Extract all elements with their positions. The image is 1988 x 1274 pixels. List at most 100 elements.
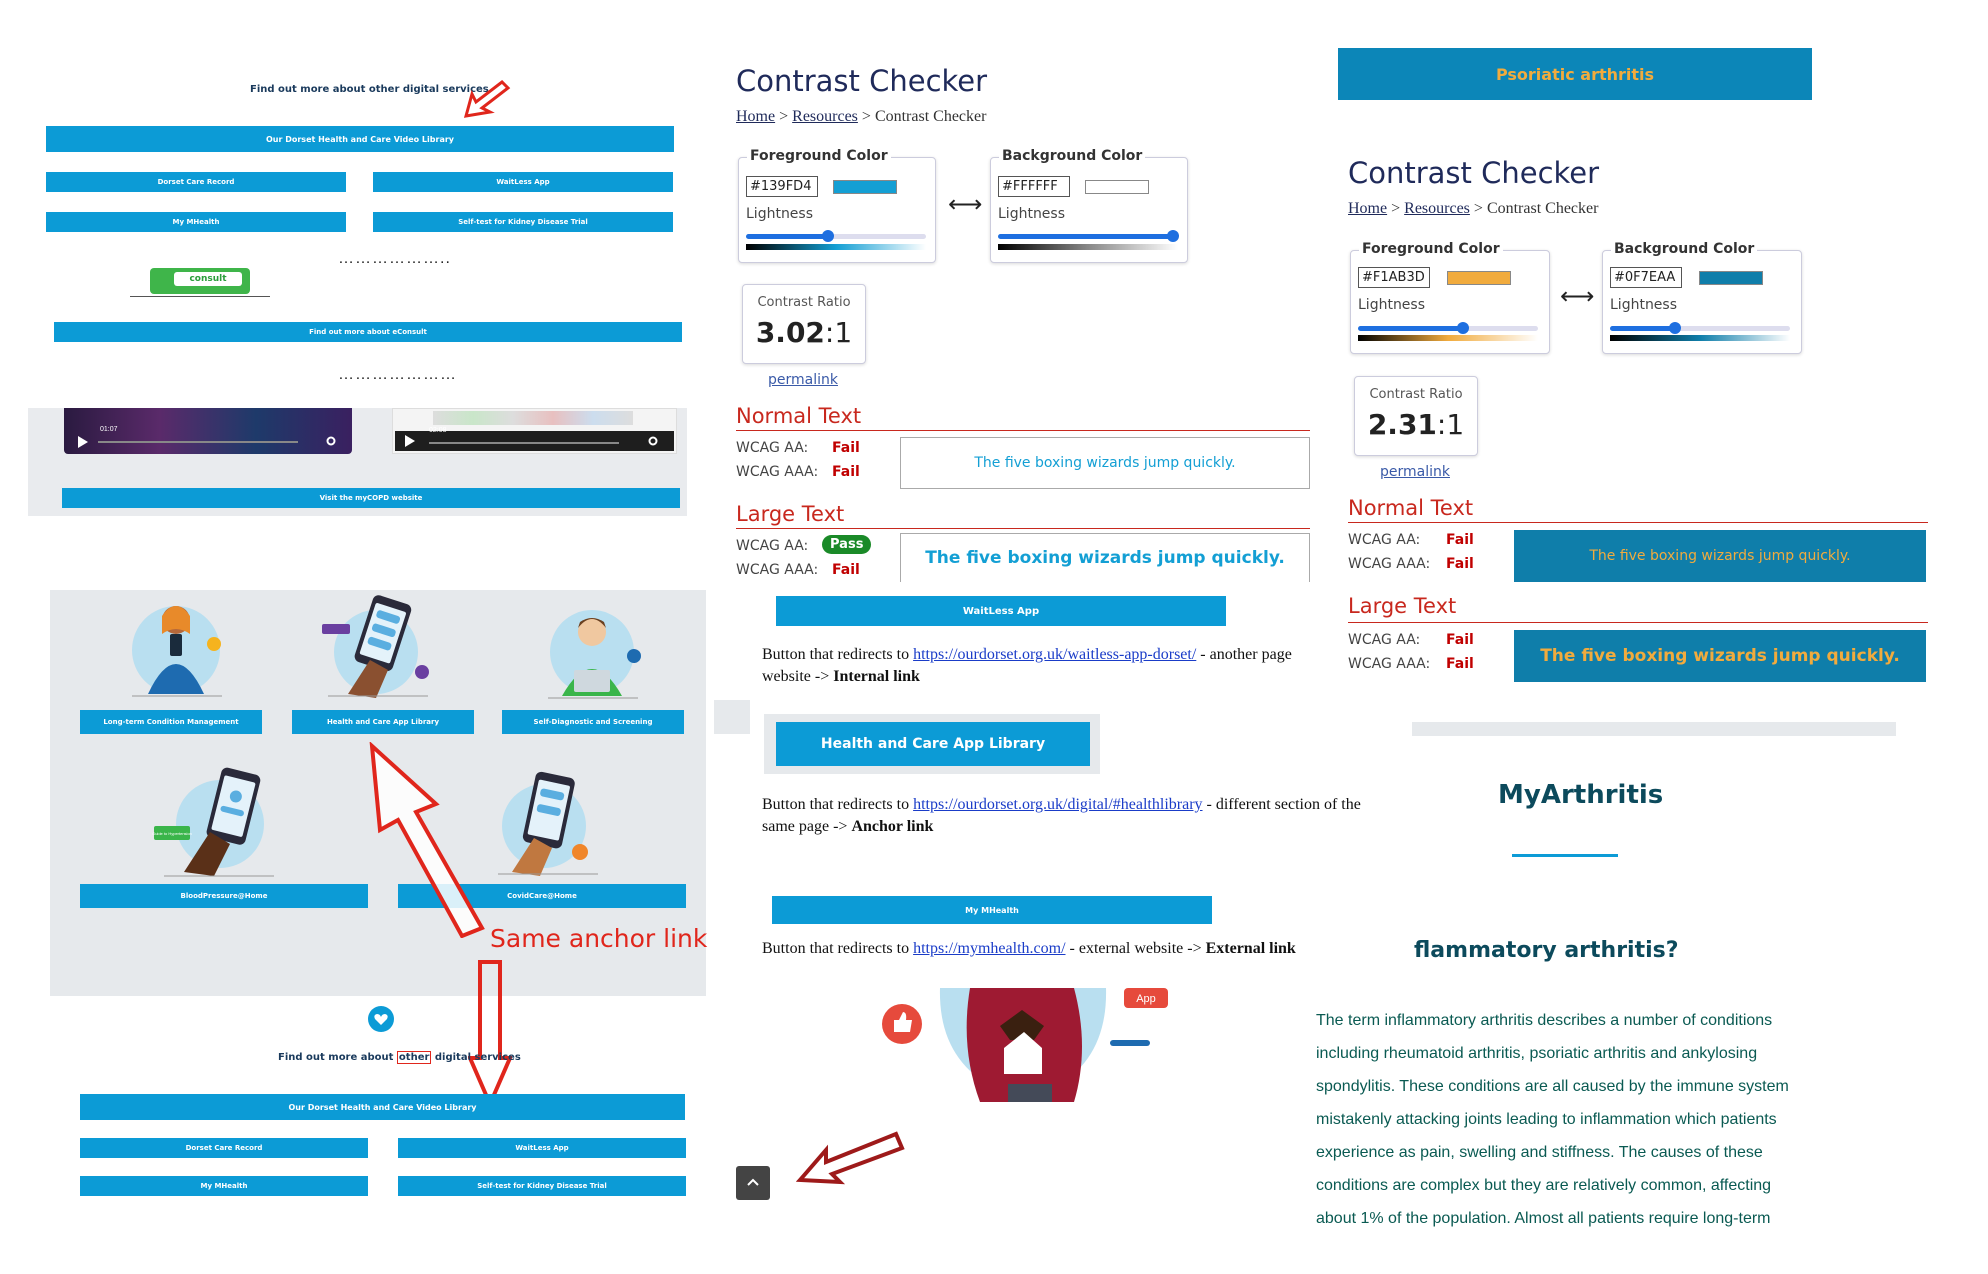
permalink[interactable]: permalink xyxy=(1380,464,1450,480)
health-care-app-library-button[interactable]: Health and Care App Library xyxy=(292,710,474,734)
divider xyxy=(1348,522,1928,523)
swap-colors-icon[interactable]: ⟷ xyxy=(948,190,982,219)
heading-highlight: other xyxy=(396,1051,432,1064)
video-progress[interactable] xyxy=(98,441,298,443)
lightness-slider-track[interactable] xyxy=(746,234,926,239)
background-hex-input[interactable]: #0F7EAA xyxy=(1610,267,1682,288)
video-progress[interactable] xyxy=(429,442,619,444)
breadcrumb-resources[interactable]: Resources xyxy=(1404,200,1470,217)
econsult-logo: consult xyxy=(150,268,250,294)
breadcrumb-home[interactable]: Home xyxy=(736,108,775,125)
hand-phone-illustration xyxy=(322,595,429,698)
self-diagnostic-button[interactable]: Self-Diagnostic and Screening xyxy=(502,710,684,734)
paragraph-line: The term inflammatory arthritis describe… xyxy=(1316,1012,1773,1029)
background-swatch[interactable] xyxy=(1085,180,1149,194)
lightness-label: Lightness xyxy=(1358,297,1426,313)
page-title: Contrast Checker xyxy=(736,64,988,98)
foreground-swatch[interactable] xyxy=(1447,271,1511,285)
mymhealth-link[interactable]: https://mymhealth.com/ xyxy=(913,940,1065,957)
foreground-hex-input[interactable]: #139FD4 xyxy=(746,176,818,197)
wcag-aa-result: Fail xyxy=(1446,632,1474,648)
permalink[interactable]: permalink xyxy=(768,372,838,388)
scroll-to-top-button[interactable] xyxy=(736,1166,770,1200)
video-library-button[interactable]: Our Dorset Health and Care Video Library xyxy=(46,126,674,152)
waitless-app-button[interactable]: WaitLess App xyxy=(398,1138,686,1158)
video-player-1[interactable]: 01:07 xyxy=(64,408,352,454)
wcag-aaa-label: WCAG AAA: xyxy=(1348,556,1431,572)
econsult-button[interactable]: Find out more about eConsult xyxy=(54,322,682,342)
lightness-slider-track[interactable] xyxy=(998,234,1178,239)
contrast-ratio-label: Contrast Ratio xyxy=(757,295,851,310)
arrow-annotation-icon xyxy=(463,80,511,118)
large-text-heading: Large Text xyxy=(736,502,845,526)
health-library-link[interactable]: https://ourdorset.org.uk/digital/#health… xyxy=(913,796,1202,813)
lightness-slider-handle[interactable] xyxy=(822,230,834,242)
play-icon[interactable] xyxy=(405,435,415,447)
breadcrumb-separator: > xyxy=(857,108,875,125)
background-swatch[interactable] xyxy=(1699,271,1763,285)
swap-colors-icon[interactable]: ⟷ xyxy=(1560,282,1594,311)
bloodpressure-home-button[interactable]: BloodPressure@Home xyxy=(80,884,368,908)
divider xyxy=(130,296,270,297)
lightness-slider-handle[interactable] xyxy=(1167,230,1179,242)
breadcrumb-resources[interactable]: Resources xyxy=(792,108,858,125)
waitless-app-button[interactable]: WaitLess App xyxy=(776,596,1226,626)
mymhealth-button[interactable]: My MHealth xyxy=(46,212,346,232)
settings-icon[interactable] xyxy=(326,436,336,446)
breadcrumb-current: Contrast Checker xyxy=(874,108,987,125)
background-label: Background Color xyxy=(1611,241,1758,257)
mymhealth-button[interactable]: My MHealth xyxy=(772,896,1212,924)
lightness-gradient xyxy=(998,244,1178,250)
contrast-ratio-value: 2.31:1 xyxy=(1367,408,1465,441)
breadcrumb-current: Contrast Checker xyxy=(1486,200,1599,217)
health-care-app-library-button[interactable]: Health and Care App Library xyxy=(776,722,1090,766)
contrast-ratio-box: Contrast Ratio 2.31:1 xyxy=(1354,376,1478,456)
long-term-condition-button[interactable]: Long-term Condition Management xyxy=(80,710,262,734)
lightness-slider-handle[interactable] xyxy=(1457,322,1469,334)
settings-icon[interactable] xyxy=(648,436,658,446)
wcag-aaa-result: Fail xyxy=(1446,656,1474,672)
paragraph-line: experience as pain, swelling and stiffne… xyxy=(1316,1144,1763,1161)
normal-text-sample: The five boxing wizards jump quickly. xyxy=(1514,530,1926,582)
video-player-2[interactable]: 02:08 xyxy=(392,408,677,454)
wcag-aa-label: WCAG AA: xyxy=(736,440,809,456)
waitless-link[interactable]: https://ourdorset.org.uk/waitless-app-do… xyxy=(913,646,1196,663)
breadcrumb-home[interactable]: Home xyxy=(1348,200,1387,217)
normal-text-heading: Normal Text xyxy=(736,404,862,428)
mycopd-button[interactable]: Visit the myCOPD website xyxy=(62,488,680,508)
divider xyxy=(1412,722,1896,736)
play-icon[interactable] xyxy=(78,436,88,448)
dorset-care-record-button[interactable]: Dorset Care Record xyxy=(46,172,346,192)
mymhealth-button[interactable]: My MHealth xyxy=(80,1176,368,1196)
woman-phone-illustration xyxy=(132,606,222,697)
background-hex-input[interactable]: #FFFFFF xyxy=(998,176,1070,197)
banner-text: Psoriatic arthritis xyxy=(1495,64,1655,84)
lightness-slider-handle[interactable] xyxy=(1669,322,1681,334)
wcag-aa-label: WCAG AA: xyxy=(1348,632,1421,648)
waitless-app-button[interactable]: WaitLess App xyxy=(373,172,673,192)
video-thumbnail-strip xyxy=(433,411,633,425)
guide-label: Guide to Hypertension xyxy=(152,831,192,836)
background-color-picker: Background Color #0F7EAA Lightness xyxy=(1602,241,1802,354)
inflammatory-arthritis-heading: flammatory arthritis? xyxy=(1414,938,1679,963)
kidney-self-test-button[interactable]: Self-test for Kidney Disease Trial xyxy=(373,212,673,232)
ellipsis-separator: ……………….. xyxy=(338,250,451,267)
kidney-self-test-button[interactable]: Self-test for Kidney Disease Trial xyxy=(398,1176,686,1196)
wcag-aaa-result: Fail xyxy=(832,464,860,480)
lightness-slider-track[interactable] xyxy=(1358,326,1538,331)
foreground-label: Foreground Color xyxy=(1359,241,1503,257)
divider xyxy=(1512,854,1618,857)
wcag-aaa-result: Fail xyxy=(1446,556,1474,572)
blood-pressure-illustration: Guide to Hypertension xyxy=(152,767,274,877)
lightness-slider-track[interactable] xyxy=(1610,326,1790,331)
video-library-button[interactable]: Our Dorset Health and Care Video Library xyxy=(80,1094,685,1120)
normal-text-heading: Normal Text xyxy=(1348,496,1474,520)
digital-services-heading: Find out more about other digital servic… xyxy=(250,84,489,95)
man-laptop-illustration xyxy=(548,610,641,699)
foreground-swatch[interactable] xyxy=(833,180,897,194)
page-title: Contrast Checker xyxy=(1348,156,1600,190)
dorset-care-record-button[interactable]: Dorset Care Record xyxy=(80,1138,368,1158)
foreground-hex-input[interactable]: #F1AB3D xyxy=(1358,267,1430,288)
wcag-aa-result: Pass xyxy=(822,535,872,554)
large-text-sample: The five boxing wizards jump quickly. xyxy=(1514,630,1926,682)
